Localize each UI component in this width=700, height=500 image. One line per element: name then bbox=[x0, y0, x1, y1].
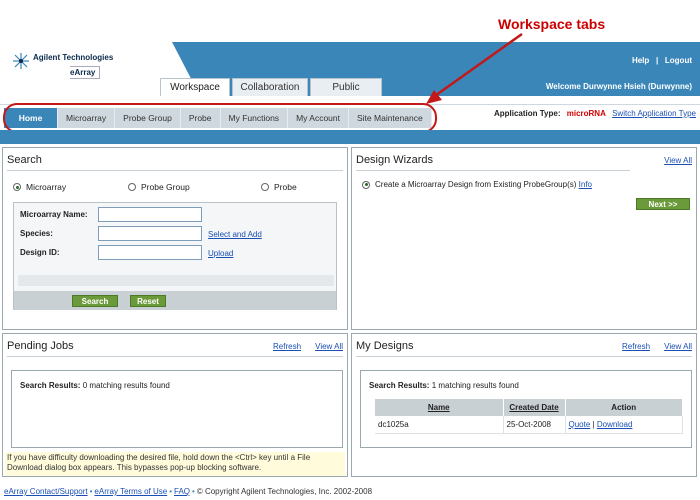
footer-bullet: • bbox=[89, 487, 93, 496]
my-designs-results-text: Search Results: 1 matching results found bbox=[369, 381, 519, 390]
search-panel: Search Microarray Probe Group Probe Micr… bbox=[2, 147, 348, 330]
radio-microarray[interactable]: Microarray bbox=[13, 182, 66, 192]
column-header-action: Action bbox=[565, 399, 683, 416]
radio-label: Probe Group bbox=[141, 182, 190, 192]
designs-table: Name Created Date Action dc1025a 25-Oct-… bbox=[375, 399, 683, 434]
action-separator: | bbox=[592, 419, 595, 429]
copyright-text: © Copyright Agilent Technologies, Inc. 2… bbox=[196, 487, 373, 496]
top-links: Help | Logout bbox=[632, 56, 692, 65]
wizard-option-existing-probegroups[interactable]: Create a Microarray Design from Existing… bbox=[362, 180, 592, 189]
pending-jobs-view-all-link[interactable]: View All bbox=[315, 342, 343, 351]
tab-workspace[interactable]: Workspace bbox=[160, 78, 230, 96]
design-name-cell: dc1025a bbox=[375, 416, 504, 434]
results-count: 1 matching results found bbox=[431, 381, 519, 390]
search-form: Microarray Name: Species: Select and Add… bbox=[13, 202, 337, 310]
brand-name: Agilent Technologies bbox=[33, 53, 114, 62]
table-row: dc1025a 25-Oct-2008 Quote | Download bbox=[375, 416, 683, 434]
header: Agilent Technologies eArray Workspace ta… bbox=[0, 0, 700, 104]
tab-public[interactable]: Public bbox=[310, 78, 382, 96]
help-link[interactable]: Help bbox=[632, 56, 649, 65]
form-footer: Search Reset bbox=[14, 291, 336, 310]
app-type-value: microRNA bbox=[566, 109, 606, 118]
reset-button[interactable]: Reset bbox=[130, 295, 166, 307]
pending-jobs-results: Search Results: 0 matching results found bbox=[11, 370, 343, 448]
footer-bullet: • bbox=[169, 487, 172, 496]
select-and-add-link[interactable]: Select and Add bbox=[208, 230, 262, 239]
pending-jobs-refresh-link[interactable]: Refresh bbox=[273, 342, 301, 351]
divider bbox=[356, 356, 692, 357]
top-links-separator: | bbox=[655, 56, 659, 65]
wizard-info-link[interactable]: Info bbox=[579, 180, 592, 189]
annotation-label: Workspace tabs bbox=[498, 16, 606, 32]
design-id-label: Design ID: bbox=[20, 248, 60, 257]
column-header-created-date[interactable]: Created Date bbox=[503, 399, 566, 416]
divider bbox=[356, 170, 630, 171]
design-date-cell: 25-Oct-2008 bbox=[503, 416, 566, 434]
microarray-name-label: Microarray Name: bbox=[20, 210, 88, 219]
download-help-note: If you have difficulty downloading the d… bbox=[5, 452, 345, 476]
footer: eArray Contact/Support • eArray Terms of U… bbox=[4, 487, 372, 496]
annotation-oval bbox=[3, 103, 437, 133]
divider bbox=[7, 170, 343, 171]
column-header-name[interactable]: Name bbox=[375, 399, 504, 416]
form-row-species: Species: Select and Add bbox=[18, 226, 334, 242]
terms-of-use-link[interactable]: eArray Terms of Use bbox=[94, 487, 167, 496]
tab-collaboration[interactable]: Collaboration bbox=[232, 78, 308, 96]
form-row-design-id: Design ID: Upload bbox=[18, 245, 334, 261]
product-name: eArray bbox=[70, 66, 101, 79]
search-type-radios: Microarray Probe Group Probe bbox=[13, 182, 343, 194]
results-count: 0 matching results found bbox=[82, 381, 170, 390]
design-wizards-panel: Design Wizards View All Create a Microar… bbox=[351, 147, 697, 330]
design-id-input[interactable] bbox=[98, 245, 202, 260]
pending-jobs-results-text: Search Results: 0 matching results found bbox=[20, 381, 170, 390]
workspace-tabs: Workspace Collaboration Public bbox=[160, 78, 382, 96]
results-label: Search Results: bbox=[369, 381, 430, 390]
footer-bullet: • bbox=[192, 487, 195, 496]
design-wizards-view-all-link[interactable]: View All bbox=[664, 156, 692, 165]
faq-link[interactable]: FAQ bbox=[174, 487, 190, 496]
my-designs-results: Search Results: 1 matching results found… bbox=[360, 370, 692, 448]
switch-app-type-link[interactable]: Switch Application Type bbox=[612, 109, 696, 118]
next-button[interactable]: Next >> bbox=[636, 198, 690, 210]
radio-probe-group[interactable]: Probe Group bbox=[128, 182, 190, 192]
upload-link[interactable]: Upload bbox=[208, 249, 233, 258]
application-type: Application Type: microRNA Switch Applic… bbox=[494, 109, 696, 118]
my-designs-view-all-link[interactable]: View All bbox=[664, 342, 692, 351]
radio-selected-icon bbox=[13, 183, 21, 191]
wizard-option-label: Create a Microarray Design from Existing… bbox=[375, 180, 577, 189]
microarray-name-input[interactable] bbox=[98, 207, 202, 222]
search-title: Search bbox=[7, 154, 42, 166]
my-designs-title: My Designs bbox=[356, 340, 414, 352]
quote-link[interactable]: Quote bbox=[569, 420, 591, 429]
agilent-logo: Agilent Technologies eArray bbox=[12, 50, 132, 84]
contact-support-link[interactable]: eArray Contact/Support bbox=[4, 487, 88, 496]
form-row-microarray-name: Microarray Name: bbox=[18, 207, 334, 223]
design-action-cell: Quote | Download bbox=[565, 416, 683, 434]
species-label: Species: bbox=[20, 229, 53, 238]
radio-probe[interactable]: Probe bbox=[261, 182, 297, 192]
search-button[interactable]: Search bbox=[72, 295, 118, 307]
radio-icon bbox=[128, 183, 136, 191]
my-designs-refresh-link[interactable]: Refresh bbox=[622, 342, 650, 351]
agilent-spark-icon bbox=[13, 53, 29, 69]
radio-label: Probe bbox=[274, 182, 297, 192]
radio-icon bbox=[261, 183, 269, 191]
radio-label: Microarray bbox=[26, 182, 67, 192]
table-header-row: Name Created Date Action bbox=[375, 399, 683, 416]
divider bbox=[7, 356, 343, 357]
download-link[interactable]: Download bbox=[597, 420, 633, 429]
welcome-text: Welcome Durwynne Hsieh (Durwynne) bbox=[545, 82, 692, 91]
my-designs-panel: My Designs Refresh View All Search Resul… bbox=[351, 333, 697, 477]
radio-selected-icon bbox=[362, 180, 370, 189]
species-input[interactable] bbox=[98, 226, 202, 241]
blue-band bbox=[0, 130, 700, 144]
form-spacer bbox=[18, 275, 334, 286]
pending-jobs-title: Pending Jobs bbox=[7, 340, 74, 352]
app-type-label: Application Type: bbox=[493, 109, 561, 118]
results-label: Search Results: bbox=[20, 381, 81, 390]
design-wizards-title: Design Wizards bbox=[356, 154, 434, 166]
logout-link[interactable]: Logout bbox=[665, 56, 692, 65]
pending-jobs-panel: Pending Jobs Refresh View All Search Res… bbox=[2, 333, 348, 477]
